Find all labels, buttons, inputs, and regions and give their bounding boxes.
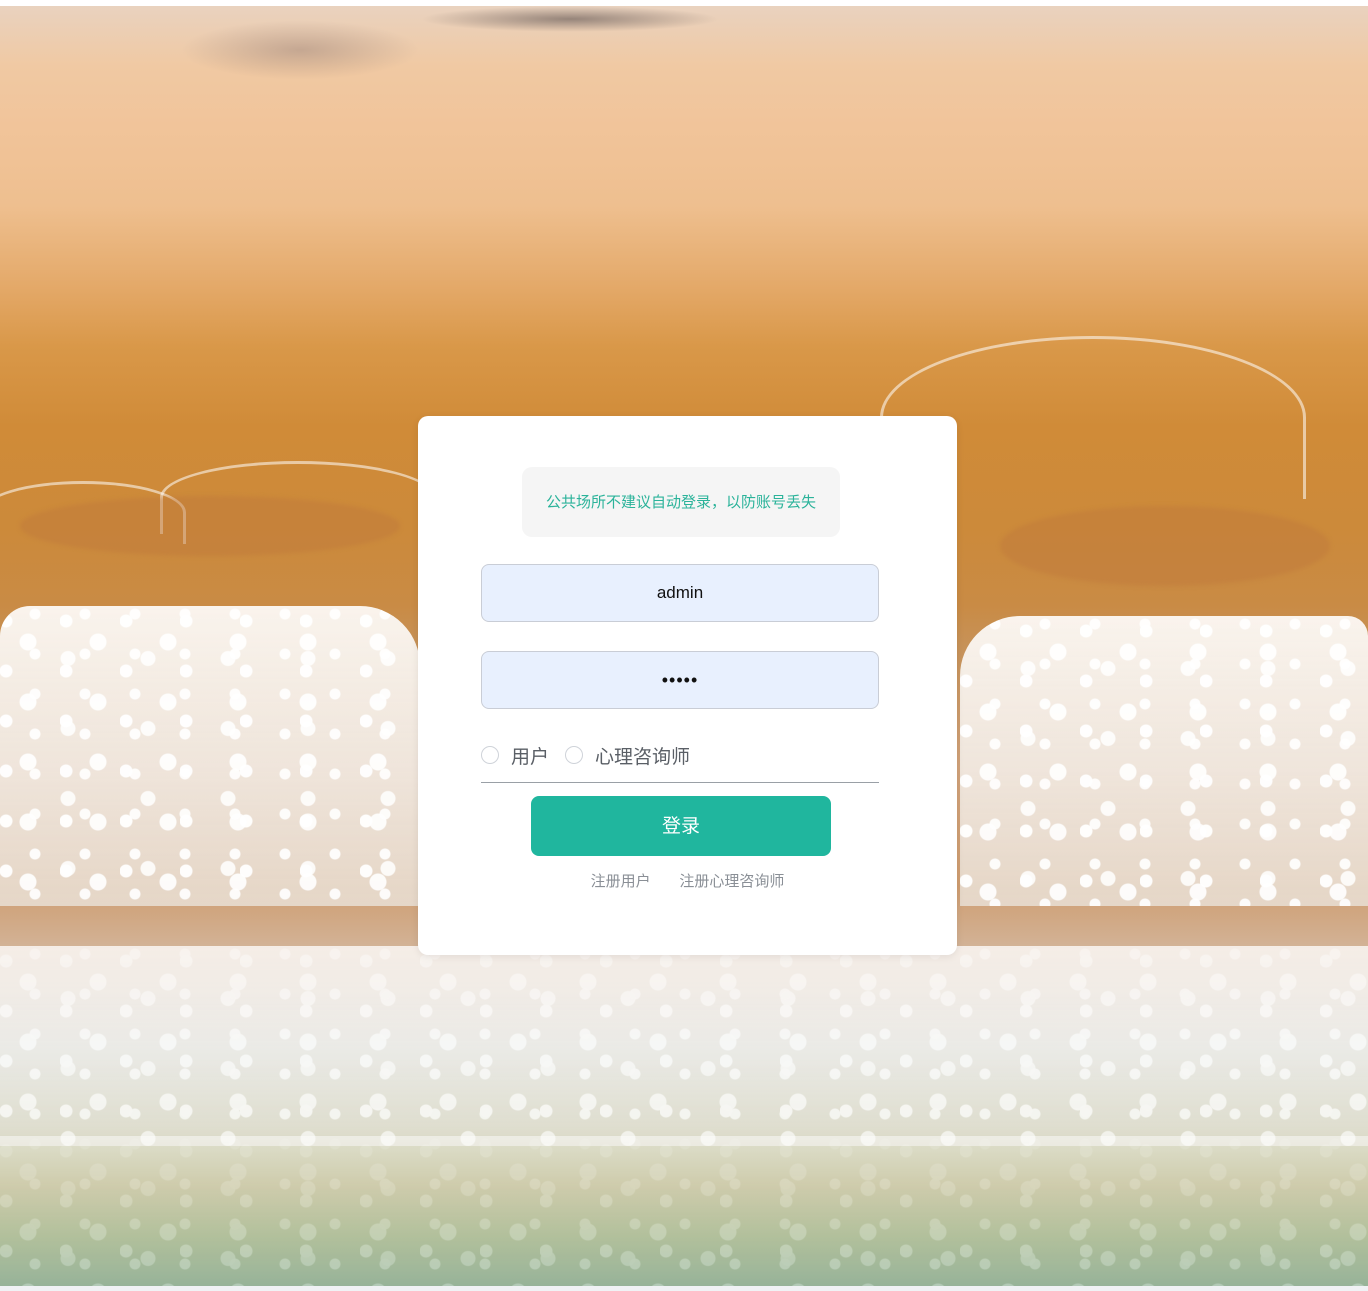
register-links: 注册用户 注册心理咨询师 (418, 870, 957, 891)
role-option-counselor[interactable]: 心理咨询师 (565, 740, 690, 770)
bg-sand-streak (20, 496, 400, 556)
radio-icon[interactable] (565, 746, 583, 764)
bg-wave-foam (960, 616, 1368, 906)
register-user-link[interactable]: 注册用户 (591, 870, 651, 891)
bg-wave-foam (0, 946, 1368, 1146)
bg-sand-streak (1000, 506, 1330, 586)
auto-login-notice: 公共场所不建议自动登录，以防账号丢失 (522, 467, 840, 537)
role-label-counselor: 心理咨询师 (595, 745, 691, 768)
bg-rock-shadow (420, 6, 720, 32)
login-card: 公共场所不建议自动登录，以防账号丢失 admin ••••• 用户 心理咨询师 … (418, 416, 957, 955)
login-page: 公共场所不建议自动登录，以防账号丢失 admin ••••• 用户 心理咨询师 … (0, 0, 1368, 1291)
username-input[interactable]: admin (481, 564, 879, 622)
bottom-edge (0, 1286, 1368, 1291)
radio-icon[interactable] (481, 746, 499, 764)
password-input[interactable]: ••••• (481, 651, 879, 709)
bg-rock-shadow-2 (180, 20, 420, 80)
login-button[interactable]: 登录 (531, 796, 831, 856)
role-selector: 用户 心理咨询师 (481, 738, 879, 783)
role-label-user: 用户 (511, 745, 550, 768)
role-option-user[interactable]: 用户 (481, 740, 549, 770)
bg-wave-foam (0, 1136, 1368, 1286)
register-counselor-link[interactable]: 注册心理咨询师 (679, 870, 784, 891)
bg-wave-foam (0, 606, 420, 906)
